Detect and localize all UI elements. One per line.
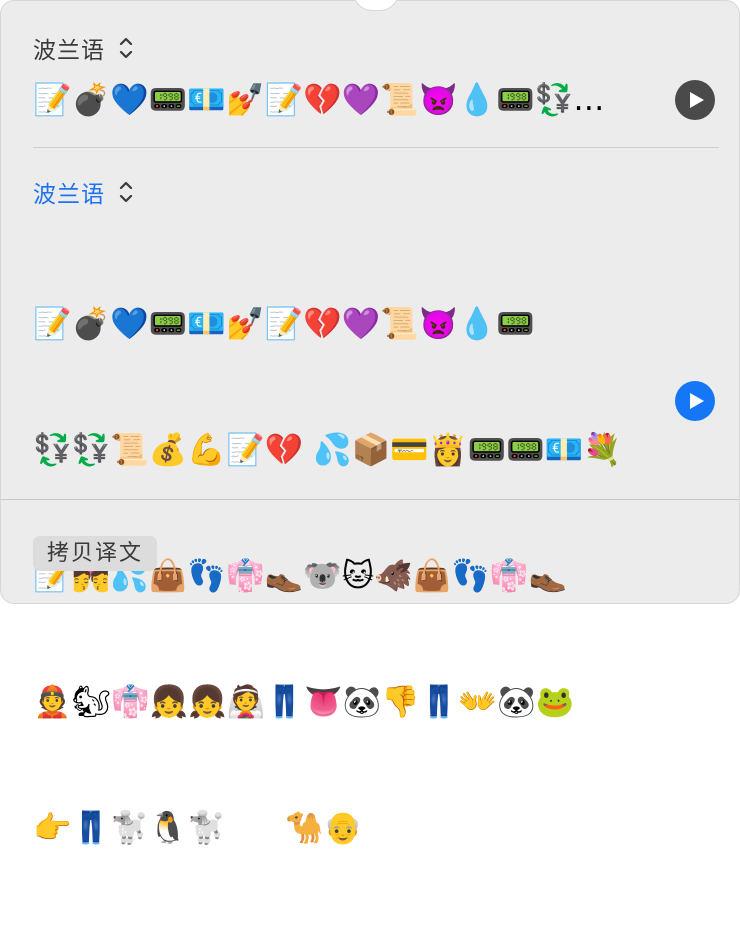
play-icon	[689, 393, 704, 409]
translated-text: 📝💣💙📟💶💅📝💔💜📜👿💧📟 💱💱📜💰💪📝💔 💦📦💳👸📟📟💶💐 📝💏💦👜👣👘👞🐨🐱…	[33, 219, 663, 933]
up-down-chevron-icon	[119, 37, 133, 59]
up-down-chevron-icon	[119, 181, 133, 203]
copy-translation-button[interactable]: 拷贝译文	[33, 536, 158, 571]
translation-popover: 波兰语 📝💣💙📟💶💅📝💔💜📜👿💧📟💱… 波兰语 📝💣💙📟💶💅📝💔💜📜👿💧📟 💱💱…	[0, 0, 740, 846]
translated-line: 👉👖🐩🐧🐩 🐪👴	[33, 810, 363, 846]
translated-line: 💱💱📜💰💪📝💔 💦📦💳👸📟📟💶💐	[33, 432, 622, 468]
target-language-label: 波兰语	[33, 182, 105, 208]
source-language-label: 波兰语	[33, 38, 105, 64]
source-text: 📝💣💙📟💶💅📝💔💜📜👿💧📟💱…	[33, 82, 605, 118]
popover-arrow	[353, 0, 399, 11]
play-translation-button[interactable]	[675, 381, 715, 421]
translated-line: 📝💣💙📟💶💅📝💔💜📜👿💧📟	[33, 306, 535, 342]
divider	[33, 147, 719, 148]
target-language-selector[interactable]: 波兰语	[33, 175, 133, 209]
play-source-button[interactable]	[675, 80, 715, 120]
divider	[1, 499, 739, 500]
source-language-selector[interactable]: 波兰语	[33, 31, 133, 65]
play-icon	[689, 92, 704, 108]
translated-line: 👲🐿👘👧👧👰👖👅🐼👎👖👐🐼🐸	[33, 684, 575, 720]
